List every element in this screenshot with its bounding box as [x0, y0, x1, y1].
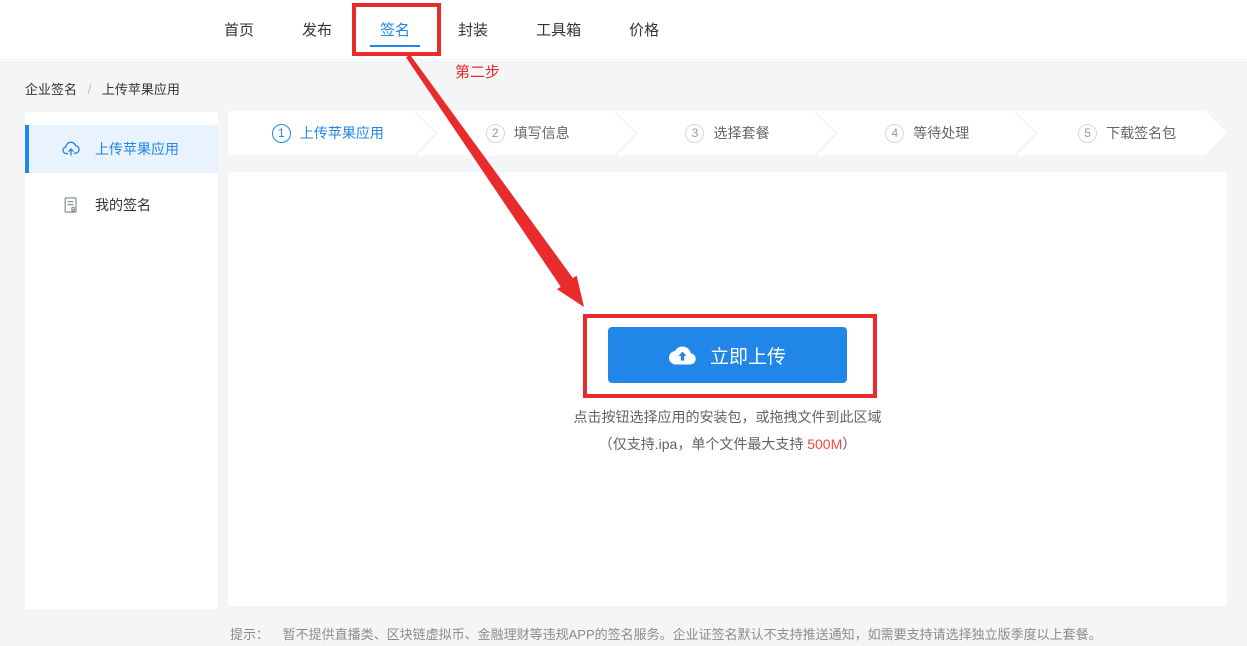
step-label: 下载签名包	[1106, 125, 1177, 141]
top-nav: 首页 发布 签名 封装 工具箱 价格	[0, 0, 1247, 60]
cloud-upload-icon	[668, 342, 696, 369]
nav-tab-package[interactable]: 封装	[448, 21, 498, 47]
upload-hint-line1: 点击按钮选择应用的安装包，或拖拽文件到此区域	[573, 409, 882, 425]
hint2-suffix: ）	[842, 436, 857, 452]
step-label: 填写信息	[513, 125, 570, 141]
step-number: 4	[885, 124, 904, 143]
step-number: 3	[685, 124, 704, 143]
upload-panel[interactable]: 立即上传 点击按钮选择应用的安装包，或拖拽文件到此区域 （仅支持.ipa，单个文…	[228, 172, 1227, 606]
upload-now-button[interactable]: 立即上传	[608, 327, 847, 383]
step-number: 1	[272, 124, 291, 143]
sidebar-item-label: 上传苹果应用	[95, 141, 179, 157]
breadcrumb-current: 上传苹果应用	[101, 82, 180, 97]
step-label: 上传苹果应用	[299, 125, 384, 141]
sidebar-item-my-signatures[interactable]: 我的签名	[25, 181, 218, 229]
sidebar: 上传苹果应用 我的签名	[25, 112, 218, 609]
step-number: 2	[486, 124, 505, 143]
hint2-prefix: （仅支持.ipa，单个文件最大支持	[598, 436, 808, 452]
nav-tabs: 首页 发布 签名 封装 工具箱 价格	[214, 21, 669, 47]
step-2-fill-info: 2 填写信息	[428, 111, 628, 155]
signature-doc-icon	[61, 195, 81, 215]
upload-hint-line2: （仅支持.ipa，单个文件最大支持 500M）	[228, 434, 1227, 454]
nav-tab-home[interactable]: 首页	[214, 21, 264, 47]
footer-tip-text: 暂不提供直播类、区块链虚拟币、金融理财等违规APP的签名服务。企业证签名默认不支…	[282, 627, 1102, 642]
footer-tip-label: 提示：	[230, 627, 270, 642]
nav-tab-price[interactable]: 价格	[619, 21, 669, 47]
upload-button-label: 立即上传	[709, 346, 786, 368]
sidebar-item-upload-apple-app[interactable]: 上传苹果应用	[25, 125, 218, 173]
cloud-upload-icon	[61, 139, 81, 159]
content-area: 企业签名 / 上传苹果应用 上传苹果应用 我的签名 1 上传苹果应用 2 填写信…	[0, 61, 1247, 646]
nav-tab-publish[interactable]: 发布	[292, 21, 342, 47]
nav-tab-toolbox[interactable]: 工具箱	[526, 21, 591, 47]
step-5-download-package: 5 下载签名包	[1027, 111, 1227, 155]
sidebar-item-label: 我的签名	[95, 197, 151, 213]
nav-tab-sign[interactable]: 签名	[370, 21, 421, 47]
step-3-choose-plan: 3 选择套餐	[628, 111, 828, 155]
max-size-value: 500M	[807, 436, 843, 452]
breadcrumb-separator: /	[87, 82, 92, 97]
step-4-wait-processing: 4 等待处理	[827, 111, 1027, 155]
steps-bar: 1 上传苹果应用 2 填写信息 3 选择套餐 4 等待处理 5 下载签名包	[228, 111, 1227, 155]
step-label: 等待处理	[913, 125, 970, 141]
footer-tip: 提示： 暂不提供直播类、区块链虚拟币、金融理财等违规APP的签名服务。企业证签名…	[230, 624, 1102, 643]
step-label: 选择套餐	[713, 125, 770, 141]
page: 首页 发布 签名 封装 工具箱 价格 企业签名 / 上传苹果应用 上传苹果应用 …	[0, 0, 1247, 646]
breadcrumb: 企业签名 / 上传苹果应用	[25, 79, 180, 98]
breadcrumb-parent[interactable]: 企业签名	[25, 82, 77, 97]
step-1-upload: 1 上传苹果应用	[228, 111, 428, 155]
step-number: 5	[1078, 124, 1097, 143]
